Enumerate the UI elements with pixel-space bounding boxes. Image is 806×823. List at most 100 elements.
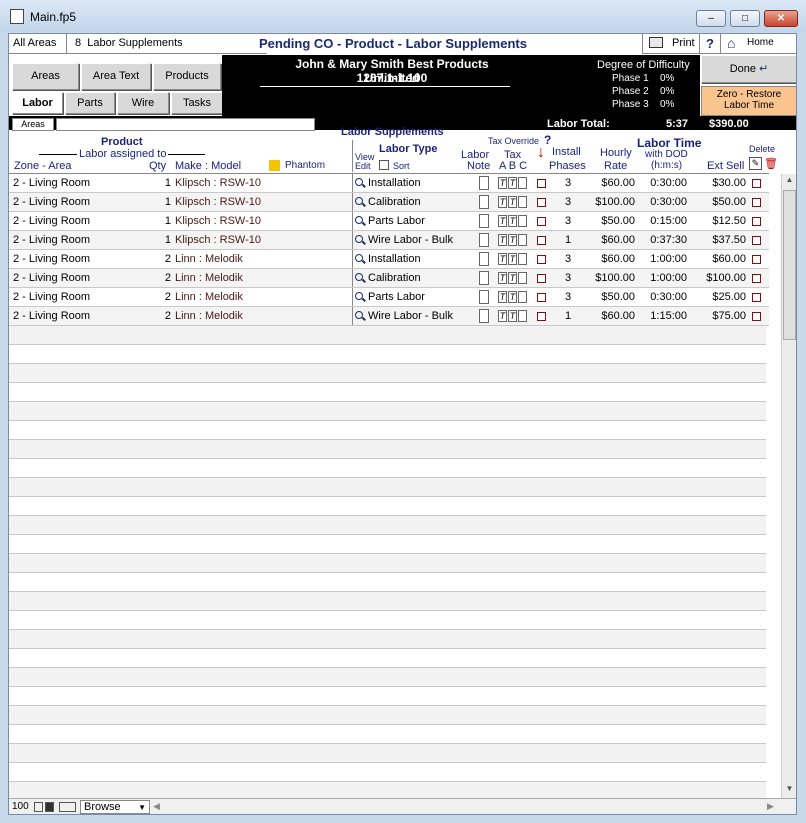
delete-checkbox[interactable] — [752, 198, 761, 207]
delete-checkbox[interactable] — [752, 255, 761, 264]
magnifier-icon[interactable] — [355, 254, 363, 262]
scroll-right-icon[interactable]: ▶ — [767, 801, 774, 812]
tax-b-field[interactable]: T — [508, 291, 517, 303]
labor-note-field[interactable] — [479, 252, 489, 266]
tax-override-checkbox[interactable] — [537, 179, 546, 188]
tab-labor[interactable]: Labor — [12, 92, 63, 114]
table-row[interactable]: 2 - Living Room 2 Linn : Melodik Wire Labor… — [9, 307, 769, 326]
labor-note-field[interactable] — [479, 195, 489, 209]
labor-type[interactable]: Wire Labor - Bulk — [368, 234, 453, 246]
zero-restore-button[interactable]: Zero - Restore Labor Time — [701, 86, 796, 116]
tax-b-field[interactable]: T — [508, 177, 517, 189]
tax-override-checkbox[interactable] — [537, 293, 546, 302]
zoom-out-icon[interactable] — [34, 802, 43, 812]
tax-c-field[interactable] — [518, 291, 527, 303]
empty-row[interactable] — [9, 421, 766, 440]
tax-b-field[interactable]: T — [508, 196, 517, 208]
delete-checkbox[interactable] — [752, 217, 761, 226]
tab-wire[interactable]: Wire — [117, 92, 169, 114]
empty-row[interactable] — [9, 725, 766, 744]
labor-note-field[interactable] — [479, 309, 489, 323]
trash-icon[interactable]: 🗑 — [764, 157, 778, 170]
tax-b-field[interactable]: T — [508, 234, 517, 246]
table-row[interactable]: 2 - Living Room 1 Klipsch : RSW-10 Calibrat… — [9, 193, 769, 212]
all-areas-button[interactable]: All Areas — [9, 34, 67, 54]
tax-c-field[interactable] — [518, 196, 527, 208]
labor-type[interactable]: Installation — [368, 177, 421, 189]
empty-row[interactable] — [9, 497, 766, 516]
empty-row[interactable] — [9, 573, 766, 592]
magnifier-icon[interactable] — [355, 273, 363, 281]
empty-row[interactable] — [9, 782, 766, 798]
areas-filter-input[interactable] — [56, 118, 315, 131]
empty-row[interactable] — [9, 592, 766, 611]
table-row[interactable]: 2 - Living Room 1 Klipsch : RSW-10 Wire Lab… — [9, 231, 769, 250]
empty-row[interactable] — [9, 687, 766, 706]
tax-override-checkbox[interactable] — [537, 217, 546, 226]
tax-b-field[interactable]: T — [508, 310, 517, 322]
scroll-thumb[interactable] — [783, 190, 796, 340]
tab-products[interactable]: Products — [153, 63, 221, 90]
tax-override-checkbox[interactable] — [537, 198, 546, 207]
labor-type[interactable]: Installation — [368, 253, 421, 265]
scroll-left-icon[interactable]: ◀ — [153, 801, 160, 812]
tax-a-field[interactable]: T — [498, 234, 507, 246]
empty-row[interactable] — [9, 611, 766, 630]
tax-override-checkbox[interactable] — [537, 312, 546, 321]
table-row[interactable]: 2 - Living Room 2 Linn : Melodik Calibratio… — [9, 269, 769, 288]
delete-checkbox[interactable] — [752, 312, 761, 321]
tax-a-field[interactable]: T — [498, 177, 507, 189]
empty-row[interactable] — [9, 744, 766, 763]
tax-a-field[interactable]: T — [498, 196, 507, 208]
empty-row[interactable] — [9, 668, 766, 687]
tax-a-field[interactable]: T — [498, 291, 507, 303]
print-button[interactable]: Print — [642, 34, 700, 54]
empty-row[interactable] — [9, 383, 766, 402]
table-row[interactable]: 2 - Living Room 1 Klipsch : RSW-10 Installa… — [9, 174, 769, 193]
tax-a-field[interactable]: T — [498, 215, 507, 227]
done-button[interactable]: Done ↵ — [701, 55, 796, 83]
scroll-up-icon[interactable]: ▲ — [783, 175, 796, 189]
delete-checkbox[interactable] — [752, 293, 761, 302]
sort-checkbox[interactable] — [379, 160, 389, 170]
zoom-level[interactable]: 100 — [12, 801, 29, 812]
empty-row[interactable] — [9, 440, 766, 459]
empty-row[interactable] — [9, 516, 766, 535]
labor-note-field[interactable] — [479, 233, 489, 247]
labor-note-field[interactable] — [479, 214, 489, 228]
empty-row[interactable] — [9, 364, 766, 383]
tax-override-help-button[interactable]: ? — [544, 133, 551, 147]
empty-row[interactable] — [9, 763, 766, 782]
tax-b-field[interactable]: T — [508, 272, 517, 284]
minimize-button[interactable]: – — [696, 10, 726, 27]
empty-row[interactable] — [9, 706, 766, 725]
tax-a-field[interactable]: T — [498, 253, 507, 265]
scroll-down-icon[interactable]: ▼ — [783, 784, 796, 798]
empty-row[interactable] — [9, 535, 766, 554]
tax-override-checkbox[interactable] — [537, 274, 546, 283]
labor-type[interactable]: Parts Labor — [368, 215, 425, 227]
delete-checkbox[interactable] — [752, 236, 761, 245]
magnifier-icon[interactable] — [355, 235, 363, 243]
empty-row[interactable] — [9, 554, 766, 573]
labor-note-field[interactable] — [479, 271, 489, 285]
tax-c-field[interactable] — [518, 272, 527, 284]
empty-row[interactable] — [9, 345, 766, 364]
empty-row[interactable] — [9, 630, 766, 649]
labor-type[interactable]: Parts Labor — [368, 291, 425, 303]
labor-type[interactable]: Calibration — [368, 272, 421, 284]
home-button[interactable]: ⌂ Home — [721, 34, 796, 54]
tax-c-field[interactable] — [518, 177, 527, 189]
labor-type[interactable]: Calibration — [368, 196, 421, 208]
delete-checkbox[interactable] — [752, 274, 761, 283]
tab-areas[interactable]: Areas — [12, 63, 79, 90]
table-row[interactable]: 2 - Living Room 1 Klipsch : RSW-10 Parts La… — [9, 212, 769, 231]
zoom-in-icon[interactable] — [45, 802, 54, 812]
tax-b-field[interactable]: T — [508, 215, 517, 227]
magnifier-icon[interactable] — [355, 216, 363, 224]
tab-parts[interactable]: Parts — [65, 92, 115, 114]
status-toggle-icon[interactable] — [59, 802, 76, 812]
empty-row[interactable] — [9, 402, 766, 421]
delete-checkbox[interactable] — [752, 179, 761, 188]
empty-row[interactable] — [9, 326, 766, 345]
